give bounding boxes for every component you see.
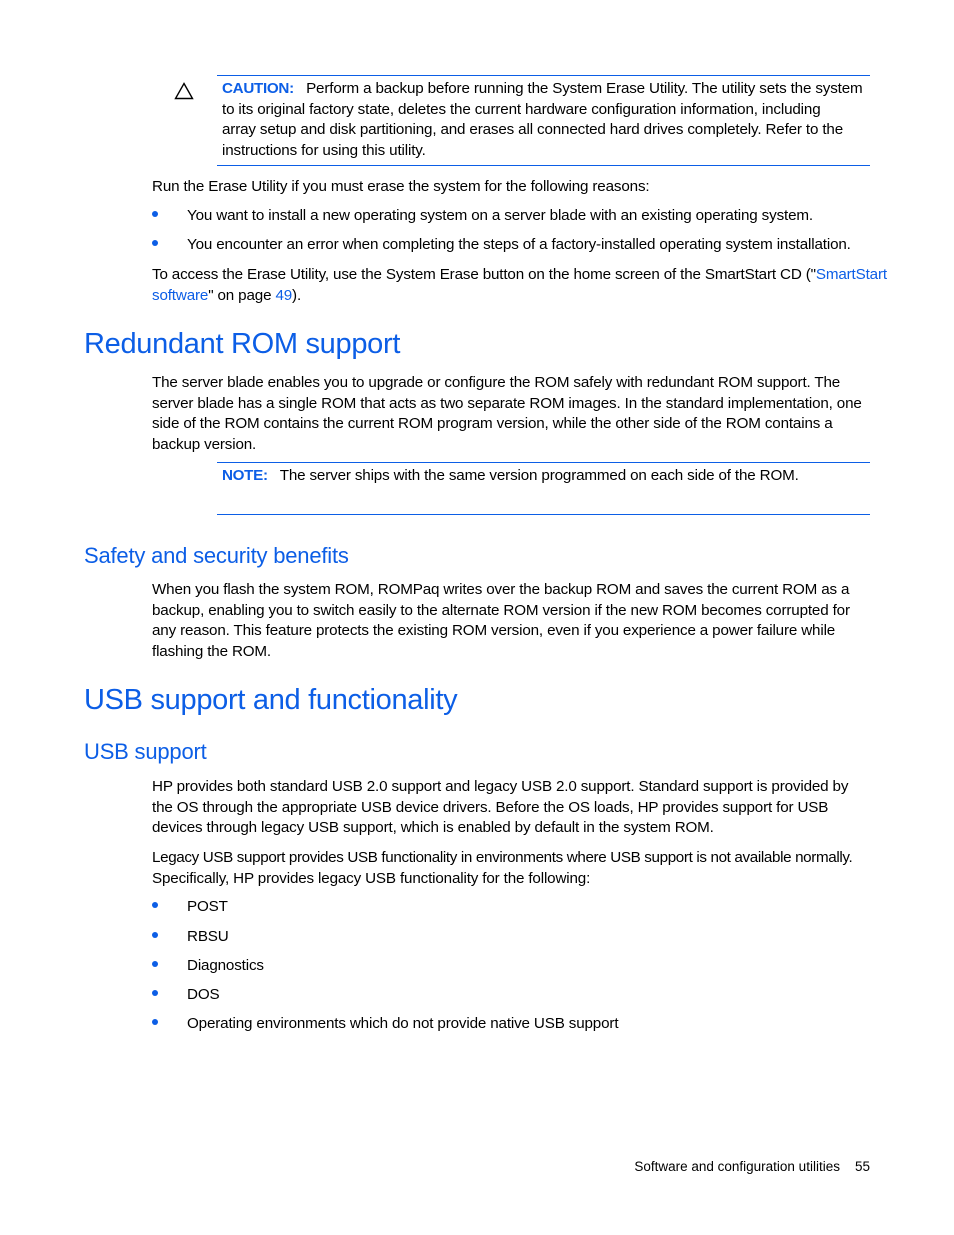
heading-usb-functionality: USB support and functionality (84, 684, 458, 716)
page-footer: Software and configuration utilities 55 (634, 1159, 870, 1174)
smartstart-software-link[interactable]: SmartStart (816, 266, 887, 283)
note-top-rule (217, 462, 870, 463)
bullet-icon (152, 240, 158, 246)
caution-line: instructions for using this utility. (222, 141, 426, 159)
heading-redundant-rom: Redundant ROM support (84, 328, 401, 360)
list-item: Operating environments which do not prov… (152, 1014, 619, 1035)
bullet-icon (152, 961, 158, 967)
note-text: The server ships with the same version p… (279, 467, 799, 484)
list-item: Diagnostics (152, 956, 264, 977)
erase-intro: Run the Erase Utility if you must erase … (152, 178, 650, 195)
footer-section-title: Software and configuration utilities (634, 1159, 840, 1174)
smartstart-software-link-cont[interactable]: software (152, 287, 208, 304)
caution-block: CAUTION: Perform a backup before running… (222, 79, 882, 161)
list-item: You encounter an error when completing t… (152, 235, 851, 256)
bullet-icon (152, 932, 158, 938)
page-49-link[interactable]: 49 (275, 287, 292, 304)
bullet-icon (152, 990, 158, 996)
usb-paragraph-2: Legacy USB support provides USB function… (152, 849, 853, 887)
caution-line: array setup and disk partitioning, and e… (222, 121, 844, 139)
bullet-icon (152, 1019, 158, 1025)
list-item: RBSU (152, 927, 229, 948)
note-block: NOTE: The server ships with the same ver… (222, 466, 799, 487)
caution-label: CAUTION: (222, 80, 294, 97)
list-item: DOS (152, 985, 220, 1006)
note-label: NOTE: (222, 467, 268, 484)
list-item: POST (152, 897, 228, 918)
heading-usb-support: USB support (84, 739, 207, 764)
bullet-icon (152, 211, 158, 217)
list-item: You want to install a new operating syst… (152, 206, 813, 227)
redundant-rom-paragraph: The server blade enables you to upgrade … (152, 374, 862, 453)
caution-line: to its original factory state, deletes t… (222, 100, 821, 118)
caution-line: CAUTION: Perform a backup before running… (222, 80, 863, 97)
erase-access-paragraph: To access the Erase Utility, use the Sys… (152, 266, 887, 304)
page-number: 55 (854, 1159, 870, 1174)
bullet-icon (152, 902, 158, 908)
caution-top-rule (217, 75, 870, 76)
safety-paragraph: When you flash the system ROM, ROMPaq wr… (152, 581, 850, 660)
note-bottom-rule (217, 514, 870, 515)
heading-safety-benefits: Safety and security benefits (84, 543, 349, 568)
warning-triangle-icon (174, 82, 194, 100)
caution-bottom-rule (217, 165, 870, 166)
usb-paragraph-1: HP provides both standard USB 2.0 suppor… (152, 778, 849, 837)
